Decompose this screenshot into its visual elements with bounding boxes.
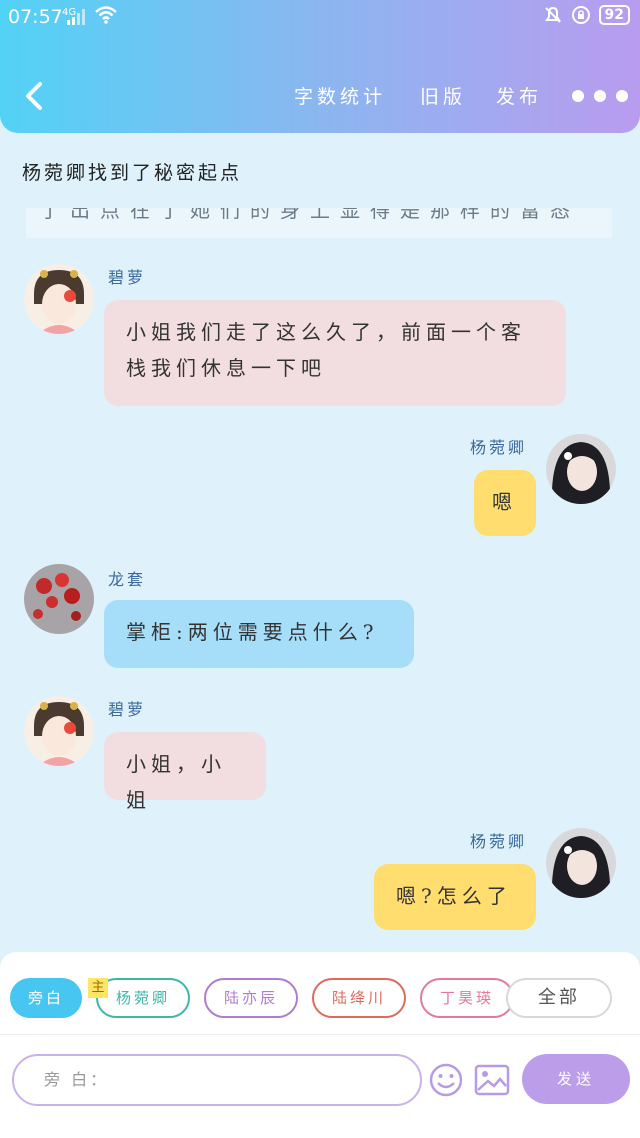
avatar-biluo-image	[24, 264, 94, 334]
story-title: 杨菀卿找到了秘密起点	[22, 162, 243, 184]
old-version-link[interactable]: 旧版	[420, 82, 466, 109]
status-time: 07:57	[8, 6, 63, 28]
avatar-yang-image	[546, 828, 616, 898]
word-count-link[interactable]: 字数统计	[294, 82, 386, 109]
more-options-button[interactable]	[572, 90, 628, 102]
app-header: 07:57 4G 92 字数统计 旧版 发布	[0, 0, 640, 133]
emoji-icon[interactable]	[428, 1062, 464, 1098]
more-dot-icon	[616, 90, 628, 102]
message-input[interactable]: 旁 白：	[12, 1054, 422, 1106]
message-bubble[interactable]: 嗯?怎么了	[374, 864, 536, 930]
partial-message-text: 了出点在了她们的身上显得是那样的富态	[40, 208, 580, 222]
message-sender: 杨菀卿	[470, 832, 528, 851]
avatar-longtao[interactable]	[24, 564, 94, 634]
avatar-biluo[interactable]	[24, 696, 94, 766]
status-bar: 07:57 4G 92	[0, 0, 640, 34]
send-button[interactable]: 发送	[522, 1054, 630, 1104]
more-dot-icon	[572, 90, 584, 102]
avatar-longtao-image	[24, 564, 94, 634]
battery-indicator: 92	[598, 5, 630, 25]
all-characters-button[interactable]: 全部	[506, 978, 612, 1018]
character-chip-lu-jingchuan[interactable]: 陆绛川	[312, 978, 406, 1018]
divider	[0, 1034, 640, 1035]
avatar-biluo-image	[24, 696, 94, 766]
signal-icon	[67, 9, 85, 25]
message-bubble[interactable]: 小姐，小姐	[104, 732, 266, 812]
message-sender: 碧萝	[108, 268, 147, 287]
wifi-icon	[95, 6, 117, 24]
message-sender: 碧萝	[108, 700, 147, 719]
character-chip-ding[interactable]: 丁昊瑛	[420, 978, 514, 1018]
nav-bar: 字数统计 旧版 发布	[0, 76, 640, 116]
character-chip-yang[interactable]: 杨菀卿	[96, 978, 190, 1018]
more-dot-icon	[594, 90, 606, 102]
avatar-yang[interactable]	[546, 434, 616, 504]
bell-muted-icon	[544, 6, 561, 23]
message-bubble[interactable]: 嗯	[474, 470, 536, 536]
character-chip-lu-yichen[interactable]: 陆亦辰	[204, 978, 298, 1018]
main-character-badge: 主	[88, 978, 108, 998]
image-icon[interactable]	[474, 1064, 510, 1096]
message-sender: 杨菀卿	[470, 438, 528, 457]
message-sender: 龙套	[108, 570, 147, 589]
avatar-yang-image	[546, 434, 616, 504]
message-bubble[interactable]: 掌柜:两位需要点什么?	[104, 600, 414, 668]
partial-message: 了出点在了她们的身上显得是那样的富态	[26, 208, 612, 238]
avatar-yang[interactable]	[546, 828, 616, 898]
back-arrow-icon[interactable]	[20, 78, 50, 114]
composer-panel: 旁白 杨菀卿 主 陆亦辰 陆绛川 丁昊瑛 全部 旁 白： 发送	[0, 952, 640, 1138]
message-bubble[interactable]: 小姐我们走了这么久了，前面一个客栈我们休息一下吧	[104, 300, 566, 406]
lock-rotation-icon	[571, 6, 590, 24]
publish-link[interactable]: 发布	[496, 82, 542, 109]
avatar-biluo[interactable]	[24, 264, 94, 334]
character-chip-narration[interactable]: 旁白	[10, 978, 82, 1018]
